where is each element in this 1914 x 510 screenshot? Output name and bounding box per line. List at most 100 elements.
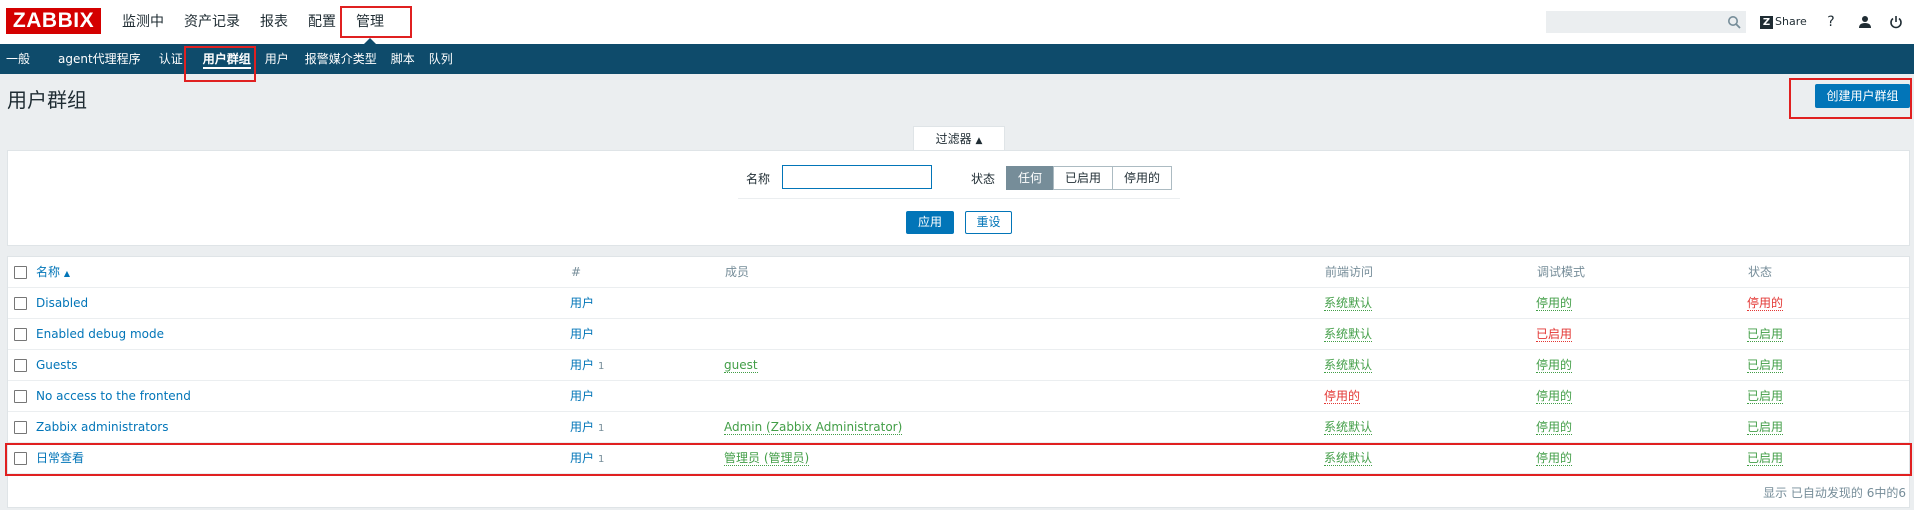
- users-link[interactable]: 用户: [570, 420, 594, 434]
- status-toggle[interactable]: 已启用: [1747, 327, 1784, 342]
- users-cell: 用户: [570, 288, 598, 318]
- status-toggle[interactable]: 已启用: [1747, 389, 1784, 404]
- users-cell: 用户: [570, 319, 598, 349]
- filter-tab[interactable]: 过滤器 ▲: [913, 126, 1005, 151]
- debug-mode-cell: 停用的: [1536, 412, 1573, 442]
- members-cell: guest: [724, 350, 758, 380]
- help-icon[interactable]: ?: [1821, 12, 1841, 32]
- share-label: Share: [1775, 15, 1807, 28]
- status-option-disabled[interactable]: 停用的: [1112, 166, 1172, 190]
- zabbix-logo[interactable]: ZABBIX: [6, 8, 101, 34]
- group-name-link[interactable]: Enabled debug mode: [36, 319, 164, 349]
- status-toggle[interactable]: 已启用: [1747, 451, 1784, 466]
- apply-button[interactable]: 应用: [906, 211, 954, 234]
- share-button[interactable]: Z Share: [1760, 12, 1807, 32]
- filter-name-input[interactable]: [782, 165, 932, 189]
- debug-mode-toggle[interactable]: 停用的: [1536, 358, 1573, 373]
- menu-monitoring[interactable]: 监测中: [112, 0, 174, 44]
- row-checkbox[interactable]: [14, 359, 27, 372]
- users-link[interactable]: 用户: [570, 389, 594, 403]
- row-checkbox[interactable]: [14, 297, 27, 310]
- global-search-input[interactable]: [1546, 11, 1746, 33]
- group-name-link[interactable]: No access to the frontend: [36, 381, 191, 411]
- menu-configuration[interactable]: 配置: [298, 0, 346, 44]
- member-link[interactable]: Admin (Zabbix Administrator): [724, 420, 903, 435]
- search-icon[interactable]: [1727, 15, 1741, 29]
- menu-inventory[interactable]: 资产记录: [174, 0, 250, 44]
- row-checkbox[interactable]: [14, 390, 27, 403]
- frontend-access-cell: 系统默认: [1324, 412, 1373, 442]
- member-link[interactable]: 管理员 (管理员): [724, 451, 810, 466]
- frontend-access-cell: 系统默认: [1324, 319, 1373, 349]
- status-option-enabled[interactable]: 已启用: [1053, 166, 1113, 190]
- table-row: No access to the frontend 用户 停用的 停用的 已启用: [8, 381, 1909, 412]
- users-link[interactable]: 用户: [570, 296, 594, 310]
- row-checkbox[interactable]: [14, 328, 27, 341]
- row-checkbox[interactable]: [14, 421, 27, 434]
- subnav-scripts[interactable]: 脚本: [385, 44, 421, 74]
- frontend-access-cell: 系统默认: [1324, 350, 1373, 380]
- group-name-link[interactable]: 日常查看: [36, 443, 84, 473]
- sign-out-icon[interactable]: [1886, 12, 1906, 32]
- frontend-access-toggle[interactable]: 系统默认: [1324, 296, 1373, 311]
- debug-mode-cell: 停用的: [1536, 381, 1573, 411]
- subnav-general[interactable]: 一般: [0, 44, 36, 74]
- reset-button[interactable]: 重设: [965, 211, 1012, 234]
- column-name-header[interactable]: 名称 ▲: [36, 257, 70, 287]
- frontend-access-toggle[interactable]: 停用的: [1324, 389, 1361, 404]
- menu-administration[interactable]: 管理: [346, 0, 394, 44]
- users-link[interactable]: 用户: [570, 451, 594, 465]
- subnav-proxies[interactable]: agent代理程序: [52, 44, 147, 74]
- frontend-access-toggle[interactable]: 系统默认: [1324, 420, 1373, 435]
- subnav-media-types[interactable]: 报警媒介类型: [299, 44, 383, 74]
- frontend-access-toggle[interactable]: 系统默认: [1324, 358, 1373, 373]
- sub-navigation: 一般 agent代理程序 认证 用户群组 用户 报警媒介类型 脚本 队列: [0, 44, 1914, 74]
- subnav-queue[interactable]: 队列: [423, 44, 459, 74]
- users-count: 1: [598, 361, 605, 372]
- members-cell: Admin (Zabbix Administrator): [724, 412, 903, 442]
- debug-mode-toggle[interactable]: 停用的: [1536, 296, 1573, 311]
- status-cell: 已启用: [1747, 412, 1784, 442]
- subnav-users[interactable]: 用户: [259, 44, 295, 74]
- debug-mode-toggle[interactable]: 已启用: [1536, 327, 1573, 342]
- debug-mode-toggle[interactable]: 停用的: [1536, 420, 1573, 435]
- group-name-link[interactable]: Guests: [36, 350, 78, 380]
- status-cell: 已启用: [1747, 350, 1784, 380]
- users-link[interactable]: 用户: [570, 327, 594, 341]
- table-row: 日常查看 用户 1 管理员 (管理员) 系统默认 停用的 已启用: [8, 443, 1909, 474]
- users-count: 1: [598, 423, 605, 434]
- group-name-link[interactable]: Zabbix administrators: [36, 412, 168, 442]
- menu-reports[interactable]: 报表: [250, 0, 298, 44]
- column-status-header: 状态: [1748, 265, 1773, 279]
- row-checkbox[interactable]: [14, 452, 27, 465]
- user-profile-icon[interactable]: [1855, 12, 1875, 32]
- users-link[interactable]: 用户: [570, 358, 594, 372]
- debug-mode-toggle[interactable]: 停用的: [1536, 451, 1573, 466]
- page-title: 用户群组: [7, 88, 87, 112]
- frontend-access-toggle[interactable]: 系统默认: [1324, 327, 1373, 342]
- status-toggle[interactable]: 已启用: [1747, 358, 1784, 373]
- users-cell: 用户 1: [570, 412, 604, 442]
- column-count-header: #: [571, 265, 582, 279]
- frontend-access-cell: 系统默认: [1324, 443, 1373, 473]
- member-link[interactable]: guest: [724, 358, 758, 373]
- create-user-group-button[interactable]: 创建用户群组: [1815, 84, 1910, 108]
- frontend-access-toggle[interactable]: 系统默认: [1324, 451, 1373, 466]
- members-cell: 管理员 (管理员): [724, 443, 810, 473]
- status-option-any[interactable]: 任何: [1006, 166, 1054, 190]
- table-row: Zabbix administrators 用户 1 Admin (Zabbix Ad…: [8, 412, 1909, 443]
- status-cell: 已启用: [1747, 443, 1784, 473]
- debug-mode-cell: 停用的: [1536, 350, 1573, 380]
- top-bar: ZABBIX 监测中 资产记录 报表 配置 管理 Z Share ?: [0, 0, 1914, 44]
- debug-mode-toggle[interactable]: 停用的: [1536, 389, 1573, 404]
- status-toggle[interactable]: 已启用: [1747, 420, 1784, 435]
- status-toggle[interactable]: 停用的: [1747, 296, 1784, 311]
- filter-tab-label: 过滤器: [935, 132, 972, 146]
- status-cell: 已启用: [1747, 319, 1784, 349]
- subnav-authentication[interactable]: 认证: [153, 44, 189, 74]
- subnav-user-groups[interactable]: 用户群组: [197, 44, 257, 74]
- users-cell: 用户 1: [570, 350, 604, 380]
- group-name-link[interactable]: Disabled: [36, 288, 88, 318]
- select-all-checkbox[interactable]: [14, 266, 27, 279]
- users-cell: 用户 1: [570, 443, 604, 473]
